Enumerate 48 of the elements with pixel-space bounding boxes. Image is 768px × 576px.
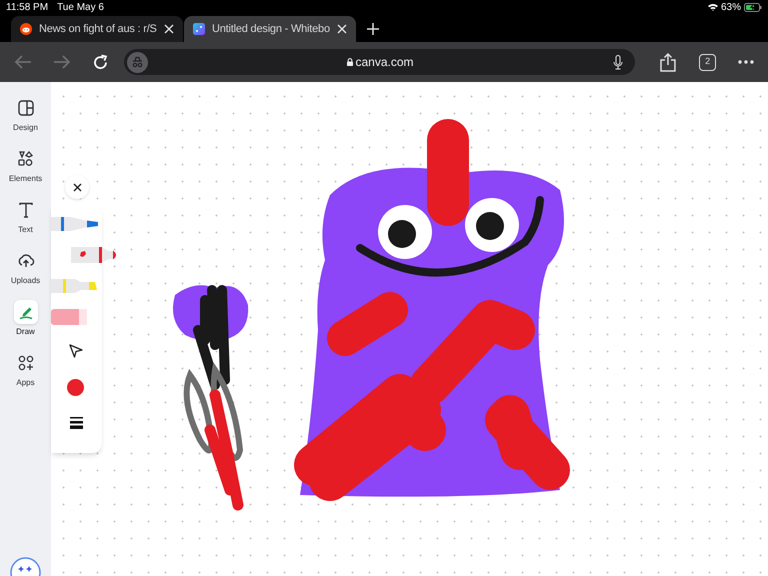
status-date: Tue May 6: [57, 0, 104, 14]
browser-tab[interactable]: Untitled design - Whitebo: [184, 16, 356, 42]
apps-icon: [16, 354, 34, 372]
pen-tool[interactable]: [51, 214, 99, 234]
sidebar-item[interactable]: Elements: [2, 147, 50, 185]
lock-icon: [347, 58, 354, 66]
sidebar-label: Apps: [16, 377, 35, 389]
monster-drawing[interactable]: [294, 119, 570, 501]
shapes-icon: [16, 150, 34, 168]
address-bar[interactable]: canva.com: [124, 49, 636, 75]
small-figure-drawing[interactable]: [173, 285, 248, 510]
text-icon: [16, 201, 34, 219]
sidebar-item[interactable]: Draw: [2, 300, 50, 338]
status-time: 11:58 PM: [6, 0, 48, 14]
new-tab-icon[interactable]: [367, 23, 379, 35]
app-logo-icon: [193, 23, 205, 35]
share-icon[interactable]: [660, 52, 676, 72]
sidebar-label: Uploads: [10, 275, 40, 287]
close-icon[interactable]: [164, 24, 174, 34]
pointer-icon[interactable]: [69, 344, 83, 358]
close-icon: [72, 182, 82, 192]
wifi-icon: [708, 3, 718, 11]
more-icon[interactable]: [738, 60, 754, 64]
sidebar-label: Design: [13, 122, 38, 134]
reload-icon[interactable]: [92, 54, 109, 70]
sidebar-label: Elements: [8, 173, 42, 185]
sidebar-item[interactable]: Design: [2, 96, 50, 134]
stroke-weight-icon[interactable]: [70, 417, 83, 429]
url-text: canva.com: [355, 54, 414, 71]
microphone-icon[interactable]: [613, 54, 624, 70]
close-icon[interactable]: [337, 24, 347, 34]
browser-tab[interactable]: News on fight of aus : r/S: [11, 16, 183, 42]
sidebar-label: Draw: [16, 326, 35, 338]
tab-count-button[interactable]: 2: [699, 54, 716, 70]
layout-icon: [16, 99, 34, 117]
incognito-icon[interactable]: [126, 52, 148, 72]
tab-title: News on fight of aus : r/S: [39, 22, 157, 37]
tab-title: Untitled design - Whitebo: [212, 22, 330, 37]
battery-percent: 63%: [720, 0, 741, 14]
sidebar-item[interactable]: Uploads: [2, 249, 50, 287]
marker-tool[interactable]: [71, 245, 119, 265]
cloud-upload-icon: [16, 252, 34, 270]
sidebar-label: Text: [18, 224, 33, 236]
color-swatch[interactable]: [67, 379, 84, 396]
sidebar-item[interactable]: Text: [2, 198, 50, 236]
alien-logo-icon: [20, 23, 32, 35]
sidebar-item[interactable]: Apps: [2, 351, 50, 389]
close-button[interactable]: [65, 175, 89, 199]
